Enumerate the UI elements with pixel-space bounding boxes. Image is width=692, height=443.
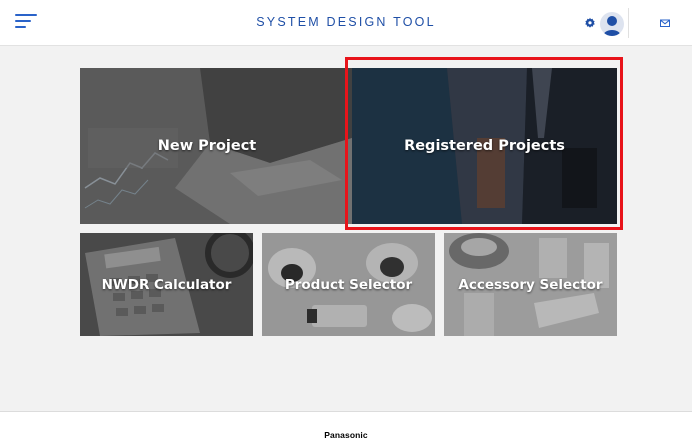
tile-label: Product Selector xyxy=(284,276,413,293)
mail-icon[interactable] xyxy=(660,18,670,28)
user-avatar-icon[interactable] xyxy=(600,12,624,36)
tile-label: Accessory Selector xyxy=(458,276,603,293)
tile-label: NWDR Calculator xyxy=(101,276,232,293)
app-header: SYSTEM DESIGN TOOL xyxy=(0,0,692,46)
tile-label: Registered Projects xyxy=(404,138,565,154)
nwdr-calculator-tile[interactable]: NWDR Calculator xyxy=(80,233,253,336)
accessory-selector-tile[interactable]: Accessory Selector xyxy=(444,233,617,336)
tile-label: New Project xyxy=(157,138,257,154)
app-footer: Panasonic xyxy=(0,411,692,443)
new-project-tile[interactable]: New Project xyxy=(80,68,352,224)
product-selector-tile[interactable]: Product Selector xyxy=(262,233,435,336)
brand-logo: Panasonic xyxy=(324,430,368,440)
registered-projects-tile[interactable]: Registered Projects xyxy=(352,68,617,224)
header-divider xyxy=(628,8,629,38)
gear-icon[interactable] xyxy=(584,17,596,29)
